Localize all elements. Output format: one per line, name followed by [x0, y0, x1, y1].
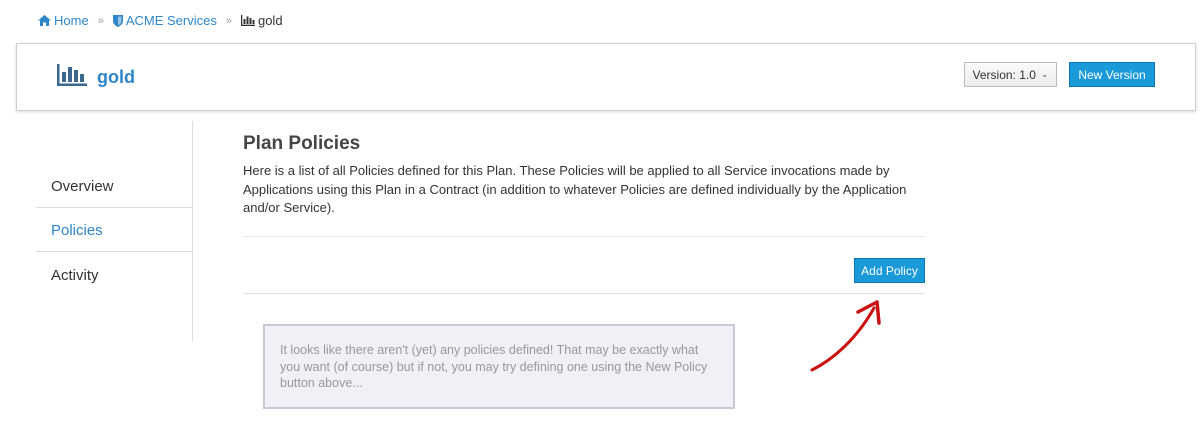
home-icon: [38, 15, 51, 26]
breadcrumb-separator: »: [225, 14, 232, 27]
breadcrumb-home-label: Home: [54, 13, 89, 28]
bar-chart-icon: [240, 15, 255, 26]
breadcrumb-separator: »: [97, 14, 104, 27]
plan-icon: [57, 64, 87, 91]
empty-state-message: It looks like there aren't (yet) any pol…: [263, 324, 735, 409]
chevron-down-icon: ⌄: [1040, 69, 1049, 79]
entity-title: gold: [57, 64, 135, 91]
breadcrumb: Home » ACME Services » gold: [38, 13, 283, 28]
sidebar-divider: [192, 121, 193, 341]
sidebar-item-activity[interactable]: Activity: [36, 254, 192, 296]
breadcrumb-current-label: gold: [257, 13, 283, 28]
breadcrumb-service-link[interactable]: ACME Services: [112, 13, 217, 28]
breadcrumb-home-link[interactable]: Home: [38, 13, 89, 28]
version-label: Version: 1.0: [972, 67, 1036, 82]
sidebar-item-overview[interactable]: Overview: [36, 166, 192, 208]
add-policy-button[interactable]: Add Policy: [854, 258, 925, 283]
shield-icon: [112, 14, 123, 27]
new-version-button[interactable]: New Version: [1069, 62, 1155, 87]
entity-header: gold Version: 1.0 ⌄ New Version: [16, 43, 1196, 111]
breadcrumb-service-label: ACME Services: [125, 13, 217, 28]
breadcrumb-current: gold: [240, 13, 283, 28]
section-title: Plan Policies: [243, 133, 361, 154]
red-arrow-icon: [810, 300, 881, 372]
divider: [243, 236, 925, 237]
section-description: Here is a list of all Policies defined f…: [243, 163, 907, 215]
page-title: gold: [97, 67, 135, 87]
divider: [243, 293, 925, 294]
sidebar-item-policies[interactable]: Policies: [36, 210, 192, 252]
version-dropdown[interactable]: Version: 1.0 ⌄: [964, 62, 1057, 87]
